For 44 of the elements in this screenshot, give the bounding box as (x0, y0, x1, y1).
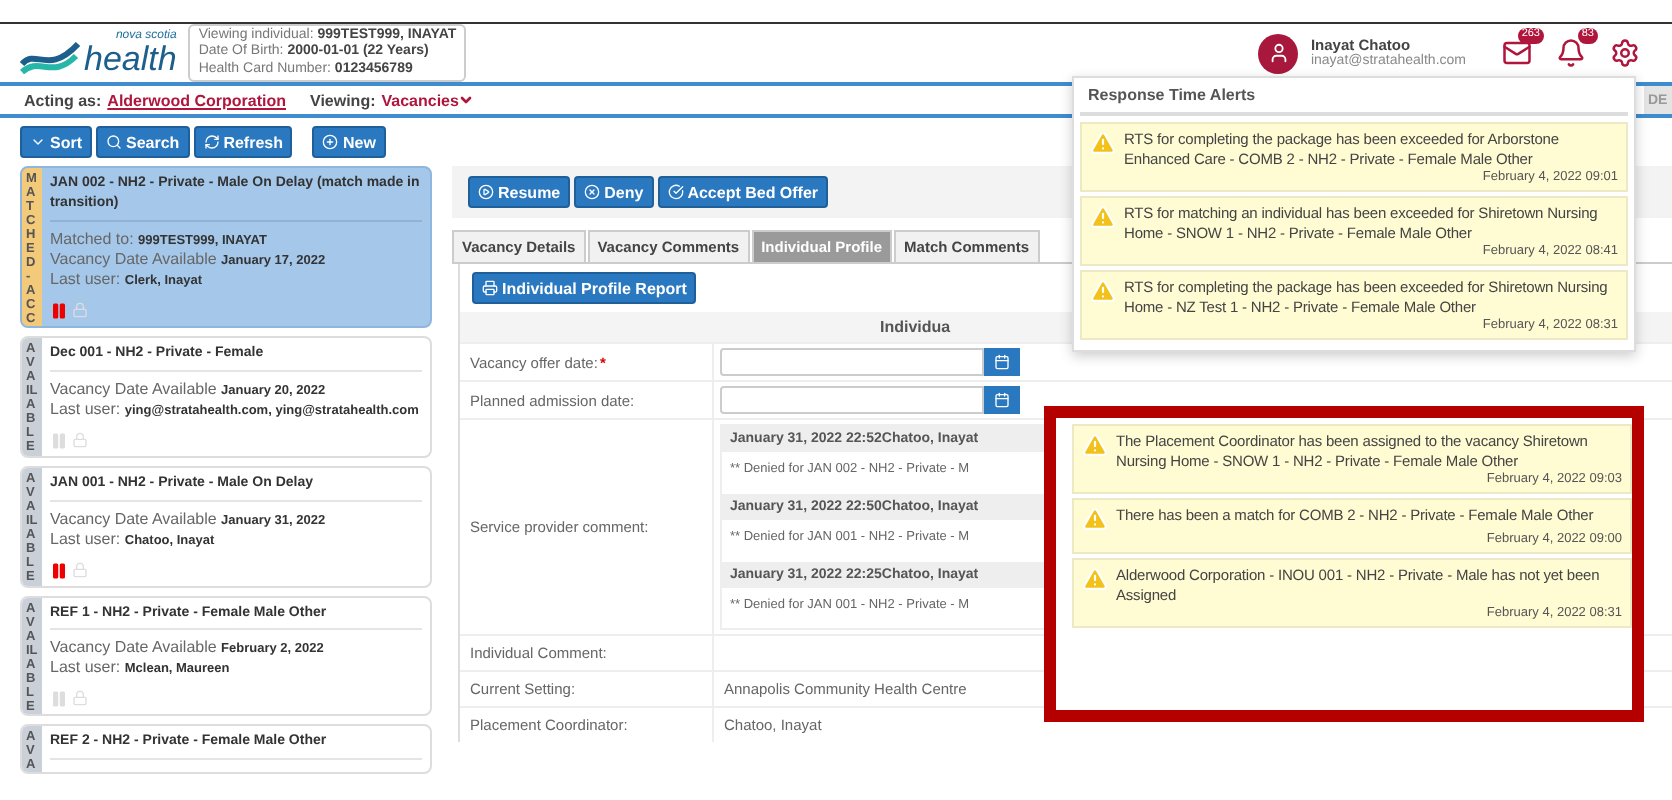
calendar-button[interactable] (984, 348, 1020, 376)
toolbar-button[interactable]: Refresh (193, 126, 293, 158)
lock-icon (72, 561, 88, 578)
warning-icon (1082, 506, 1108, 532)
logo-name: health (84, 42, 177, 76)
avatar[interactable] (1258, 33, 1299, 73)
lock-icon (72, 431, 88, 448)
mail-icon[interactable] (1502, 38, 1532, 68)
calendar-icon (994, 392, 1010, 408)
calendar-button[interactable] (984, 386, 1020, 414)
action-button[interactable]: Deny (574, 176, 654, 208)
viewing-dropdown[interactable]: Vacancies (381, 91, 475, 109)
toolbar-button[interactable]: Search (96, 126, 190, 158)
caret-icon (30, 134, 46, 150)
lock-icon (72, 690, 88, 707)
cross-icon (584, 184, 601, 200)
action-button[interactable]: Accept Bed Offer (657, 176, 829, 208)
check-icon (667, 184, 684, 200)
warning-icon (1082, 432, 1108, 458)
settings-icon[interactable] (1610, 38, 1640, 68)
viewing-label: Viewing: Vacancies (310, 91, 475, 109)
refresh-icon (203, 134, 220, 150)
warning-icon (1090, 278, 1116, 304)
toolbar-button[interactable]: New (312, 126, 386, 158)
date-field[interactable] (720, 348, 984, 376)
search-icon (106, 134, 122, 150)
section-title: Individua (880, 318, 951, 336)
popover-title: Response Time Alerts (1080, 78, 1628, 116)
bell-icon[interactable] (1556, 38, 1586, 68)
caret-icon (458, 92, 475, 108)
warning-icon (1090, 130, 1116, 156)
action-button[interactable]: Resume (468, 176, 571, 208)
report-button[interactable]: Individual Profile Report (472, 272, 697, 304)
plus-icon (322, 134, 339, 150)
lock-icon (72, 301, 88, 318)
date-field[interactable] (720, 386, 984, 414)
organization-link[interactable]: Alderwood Corporation (107, 91, 286, 109)
printer-icon (482, 280, 498, 296)
play-icon (478, 184, 494, 200)
toolbar-button[interactable]: Sort (20, 126, 92, 158)
calendar-icon (994, 354, 1010, 370)
acting-label: Acting as: Alderwood Corporation (24, 91, 286, 109)
warning-icon (1090, 204, 1116, 230)
warning-icon (1082, 566, 1108, 592)
